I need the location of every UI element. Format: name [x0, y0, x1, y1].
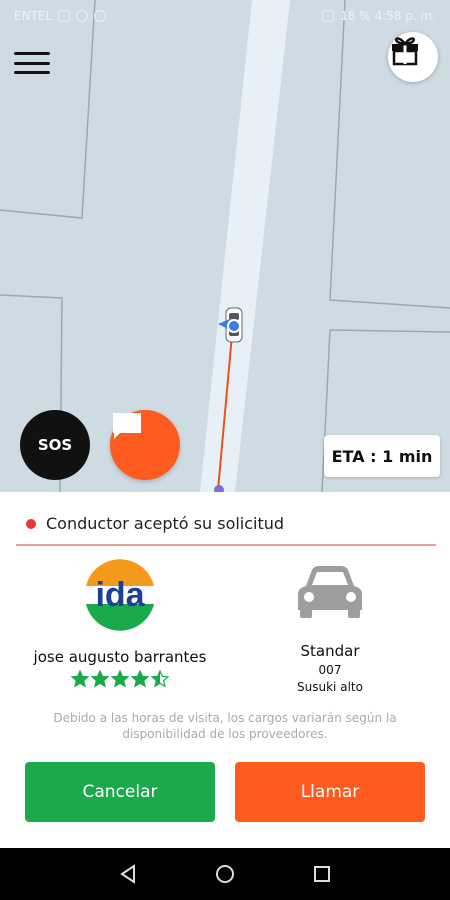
vehicle-info: Standar 007 Susuki alto — [240, 562, 420, 694]
driver-avatar: ida — [83, 557, 157, 631]
car-icon — [298, 566, 362, 618]
whatsapp-icon — [94, 10, 107, 22]
pricing-notice: Debido a las horas de visita, los cargos… — [53, 711, 397, 741]
home-icon[interactable] — [214, 863, 236, 885]
divider — [16, 544, 436, 546]
gift-button[interactable] — [388, 32, 438, 82]
android-nav-bar — [0, 848, 450, 900]
notification-icon — [58, 10, 71, 22]
eta-label: ETA : 1 min — [331, 446, 433, 466]
call-label: Llamar — [300, 782, 360, 802]
back-icon[interactable] — [117, 863, 139, 885]
star-icon — [151, 670, 169, 688]
star-icon — [111, 670, 129, 688]
menu-icon[interactable] — [14, 50, 50, 76]
vehicle-type: Standar — [300, 642, 360, 660]
carrier-label: ENTEL — [14, 9, 53, 23]
cancel-button[interactable]: Cancelar — [25, 762, 215, 822]
driver-rating — [20, 670, 220, 688]
map-view[interactable]: SOS ETA : 1 min — [0, 0, 450, 492]
status-message: Conductor aceptó su solicitud — [46, 514, 285, 533]
recents-icon[interactable] — [311, 863, 333, 885]
driver-info: ida jose augusto barrantes — [20, 556, 220, 688]
gift-icon — [392, 37, 418, 66]
status-dot-icon — [26, 518, 36, 529]
vehicle-model: Susuki alto — [297, 680, 363, 694]
cancel-label: Cancelar — [82, 782, 158, 802]
ride-status-card: Conductor aceptó su solicitud ida jose a… — [0, 492, 450, 848]
status-bar: ENTEL 18 % 4:58 p. m. — [0, 0, 450, 32]
location-icon — [76, 10, 89, 22]
eta-badge: ETA : 1 min — [324, 435, 440, 477]
star-icon — [91, 670, 109, 688]
star-icon — [71, 670, 89, 688]
signal-icon — [322, 10, 335, 22]
chat-button[interactable] — [110, 410, 180, 480]
chat-icon — [113, 413, 141, 439]
status-right-text: 18 % 4:58 p. m. — [340, 9, 436, 23]
ride-status-row: Conductor aceptó su solicitud — [26, 514, 284, 533]
sos-label: SOS — [37, 436, 73, 454]
driver-logo-text: ida — [95, 576, 145, 614]
star-icon — [131, 670, 149, 688]
driver-name: jose augusto barrantes — [33, 648, 207, 666]
vehicle-number: 007 — [318, 663, 342, 677]
sos-button[interactable]: SOS — [20, 410, 90, 480]
call-button[interactable]: Llamar — [235, 762, 425, 822]
